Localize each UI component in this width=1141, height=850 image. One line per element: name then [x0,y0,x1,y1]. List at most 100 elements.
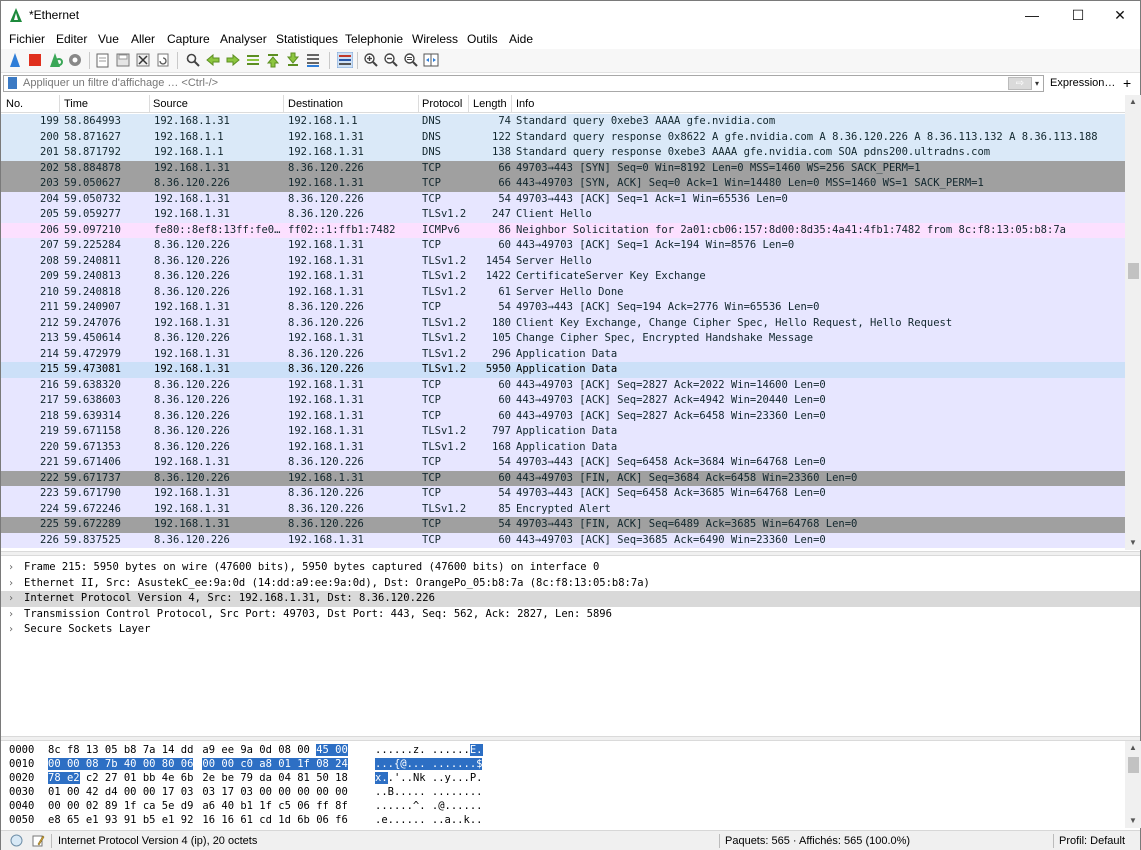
packet-row[interactable]: 203 59.050627 8.36.120.226 192.168.1.31 TCP 6… [1,176,1125,192]
start-capture-icon[interactable] [7,52,23,68]
hex-bytes[interactable]: 8c f8 13 05 b8 7a 14 dd a9 ee 9a 0d 08 00… [48,743,348,757]
scrollbar-thumb[interactable] [1128,263,1139,279]
scroll-down-icon[interactable]: ▼ [1125,536,1141,550]
ascii-bytes[interactable]: .e...... ..a..k.. [375,813,482,827]
column-header-time[interactable]: Time [64,98,88,110]
column-header-destination[interactable]: Destination [288,98,343,110]
packet-row[interactable]: 218 59.639314 8.36.120.226 192.168.1.31 TCP 6… [1,408,1125,424]
menu-aller[interactable]: Aller [131,32,155,46]
menu-fichier[interactable]: Fichier [9,32,45,46]
resize-columns-icon[interactable] [423,52,439,68]
column-header-info[interactable]: Info [516,98,534,110]
packet-row[interactable]: 209 59.240813 8.36.120.226 192.168.1.31 TLSv… [1,269,1125,285]
column-separator[interactable] [511,95,512,113]
zoom-out-icon[interactable] [383,52,399,68]
hex-dump-row[interactable]: 0020 78 e2 c2 27 01 bb 4e 6b 2e be 79 da 0… [1,771,1125,785]
ascii-bytes[interactable]: ..B..... ........ [375,785,482,799]
go-back-icon[interactable] [205,52,221,68]
packet-row[interactable]: 226 59.837525 8.36.120.226 192.168.1.31 TCP 6… [1,532,1125,548]
packet-row[interactable]: 205 59.059277 192.168.1.31 8.36.120.226 TLSv… [1,207,1125,223]
menu-wireless[interactable]: Wireless [412,32,458,46]
go-to-packet-icon[interactable] [245,52,261,68]
packet-row[interactable]: 208 59.240811 8.36.120.226 192.168.1.31 TLSv… [1,253,1125,269]
chevron-right-icon[interactable]: › [8,560,18,576]
ascii-bytes[interactable]: ......^. .@...... [375,799,482,813]
hex-dump-row[interactable]: 0030 01 00 42 d4 00 00 17 03 03 17 03 00 0… [1,785,1125,799]
column-separator[interactable] [468,95,469,113]
expression-button[interactable]: Expression… [1050,77,1115,89]
last-packet-icon[interactable] [285,52,301,68]
ascii-bytes[interactable]: ...{@... .......$ [375,757,483,771]
menu-capture[interactable]: Capture [167,32,210,46]
minimize-button[interactable]: — [1012,1,1052,29]
column-header-no[interactable]: No. [6,98,23,110]
packet-row[interactable]: 221 59.671406 192.168.1.31 8.36.120.226 TCP 5… [1,455,1125,471]
hex-bytes[interactable]: 01 00 42 d4 00 00 17 03 03 17 03 00 00 00… [48,785,348,799]
menu-analyser[interactable]: Analyser [220,32,267,46]
menu-vue[interactable]: Vue [98,32,119,46]
packet-row[interactable]: 224 59.672246 192.168.1.31 8.36.120.226 TLSv… [1,501,1125,517]
details-tree-item[interactable]: › Ethernet II, Src: AsustekC_ee:9a:0d (14… [1,576,1140,592]
maximize-button[interactable]: ☐ [1058,1,1098,29]
chevron-right-icon[interactable]: › [8,591,18,607]
packet-row[interactable]: 206 59.097210 fe80::8ef8:13ff:fe0… ff02::1:… [1,222,1125,238]
menu-telephonie[interactable]: Telephonie [345,32,403,46]
hex-bytes[interactable]: 00 00 08 7b 40 00 80 06 00 00 c0 a8 01 1f… [48,757,348,771]
column-header-source[interactable]: Source [153,98,188,110]
column-header-length[interactable]: Length [473,98,507,110]
capture-options-icon[interactable] [67,52,83,68]
menu-outils[interactable]: Outils [467,32,498,46]
packet-row[interactable]: 199 58.864993 192.168.1.31 192.168.1.1 DNS 74… [1,114,1125,130]
auto-scroll-icon[interactable] [305,52,321,68]
pane-splitter[interactable] [1,551,1140,556]
capture-comment-icon[interactable] [32,834,45,847]
hex-dump-row[interactable]: 0050 e8 65 e1 93 91 b5 e1 92 16 16 61 cd 1… [1,813,1125,827]
first-packet-icon[interactable] [265,52,281,68]
column-separator[interactable] [59,95,60,113]
column-header-protocol[interactable]: Protocol [422,98,462,110]
hex-dump-row[interactable]: 0000 8c f8 13 05 b8 7a 14 dd a9 ee 9a 0d 0… [1,743,1125,757]
packet-list-scrollbar[interactable]: ▲ ▼ [1125,95,1141,550]
hex-bytes[interactable]: e8 65 e1 93 91 b5 e1 92 16 16 61 cd 1d 6b… [48,813,348,827]
packet-row[interactable]: 204 59.050732 192.168.1.31 8.36.120.226 TCP 5… [1,191,1125,207]
ascii-bytes[interactable]: x..'..Nk ..y...P. [375,771,483,785]
packet-row[interactable]: 201 58.871792 192.168.1.1 192.168.1.31 DNS 13… [1,145,1125,161]
column-separator[interactable] [283,95,284,113]
zoom-in-icon[interactable] [363,52,379,68]
scroll-up-icon[interactable]: ▲ [1125,95,1141,109]
packet-row[interactable]: 212 59.247076 192.168.1.31 8.36.120.226 TLSv… [1,315,1125,331]
menu-aide[interactable]: Aide [509,32,533,46]
expert-info-icon[interactable] [10,834,23,847]
save-file-icon[interactable] [115,52,131,68]
packet-row[interactable]: 216 59.638320 8.36.120.226 192.168.1.31 TCP 6… [1,377,1125,393]
column-separator[interactable] [149,95,150,113]
details-tree-item[interactable]: › Internet Protocol Version 4, Src: 192.1… [1,591,1140,607]
reload-file-icon[interactable] [155,52,171,68]
packet-row[interactable]: 207 59.225284 8.36.120.226 192.168.1.31 TCP 6… [1,238,1125,254]
apply-filter-button[interactable]: ⇨ [1008,77,1032,90]
packet-row[interactable]: 214 59.472979 192.168.1.31 8.36.120.226 TLSv… [1,346,1125,362]
chevron-right-icon[interactable]: › [8,607,18,623]
find-packet-icon[interactable] [185,52,201,68]
add-filter-button[interactable]: + [1123,75,1131,91]
menu-editer[interactable]: Editer [56,32,87,46]
packet-row[interactable]: 225 59.672289 192.168.1.31 8.36.120.226 TCP 5… [1,517,1125,533]
details-tree-item[interactable]: › Frame 215: 5950 bytes on wire (47600 bi… [1,560,1140,576]
menu-statistiques[interactable]: Statistiques [276,32,338,46]
filter-history-dropdown[interactable]: ▾ [1035,76,1044,91]
scroll-down-icon[interactable]: ▼ [1125,814,1141,828]
column-separator[interactable] [418,95,419,113]
packet-row[interactable]: 202 58.884878 192.168.1.31 8.36.120.226 TCP 6… [1,160,1125,176]
packet-row[interactable]: 210 59.240818 8.36.120.226 192.168.1.31 TLSv… [1,284,1125,300]
display-filter-input[interactable]: Appliquer un filtre d'affichage … <Ctrl-… [3,75,1044,92]
packet-row[interactable]: 223 59.671790 192.168.1.31 8.36.120.226 TCP 5… [1,486,1125,502]
go-forward-icon[interactable] [225,52,241,68]
packet-row[interactable]: 222 59.671737 8.36.120.226 192.168.1.31 TCP 6… [1,470,1125,486]
normal-size-icon[interactable] [403,52,419,68]
restart-capture-icon[interactable] [47,52,63,68]
details-tree-item[interactable]: › Secure Sockets Layer [1,622,1140,638]
hex-dump-row[interactable]: 0040 00 00 02 89 1f ca 5e d9 a6 40 b1 1f c… [1,799,1125,813]
scrollbar-thumb[interactable] [1128,757,1139,773]
packet-row[interactable]: 200 58.871627 192.168.1.1 192.168.1.31 DNS 12… [1,129,1125,145]
packet-row[interactable]: 219 59.671158 8.36.120.226 192.168.1.31 TLSv… [1,424,1125,440]
